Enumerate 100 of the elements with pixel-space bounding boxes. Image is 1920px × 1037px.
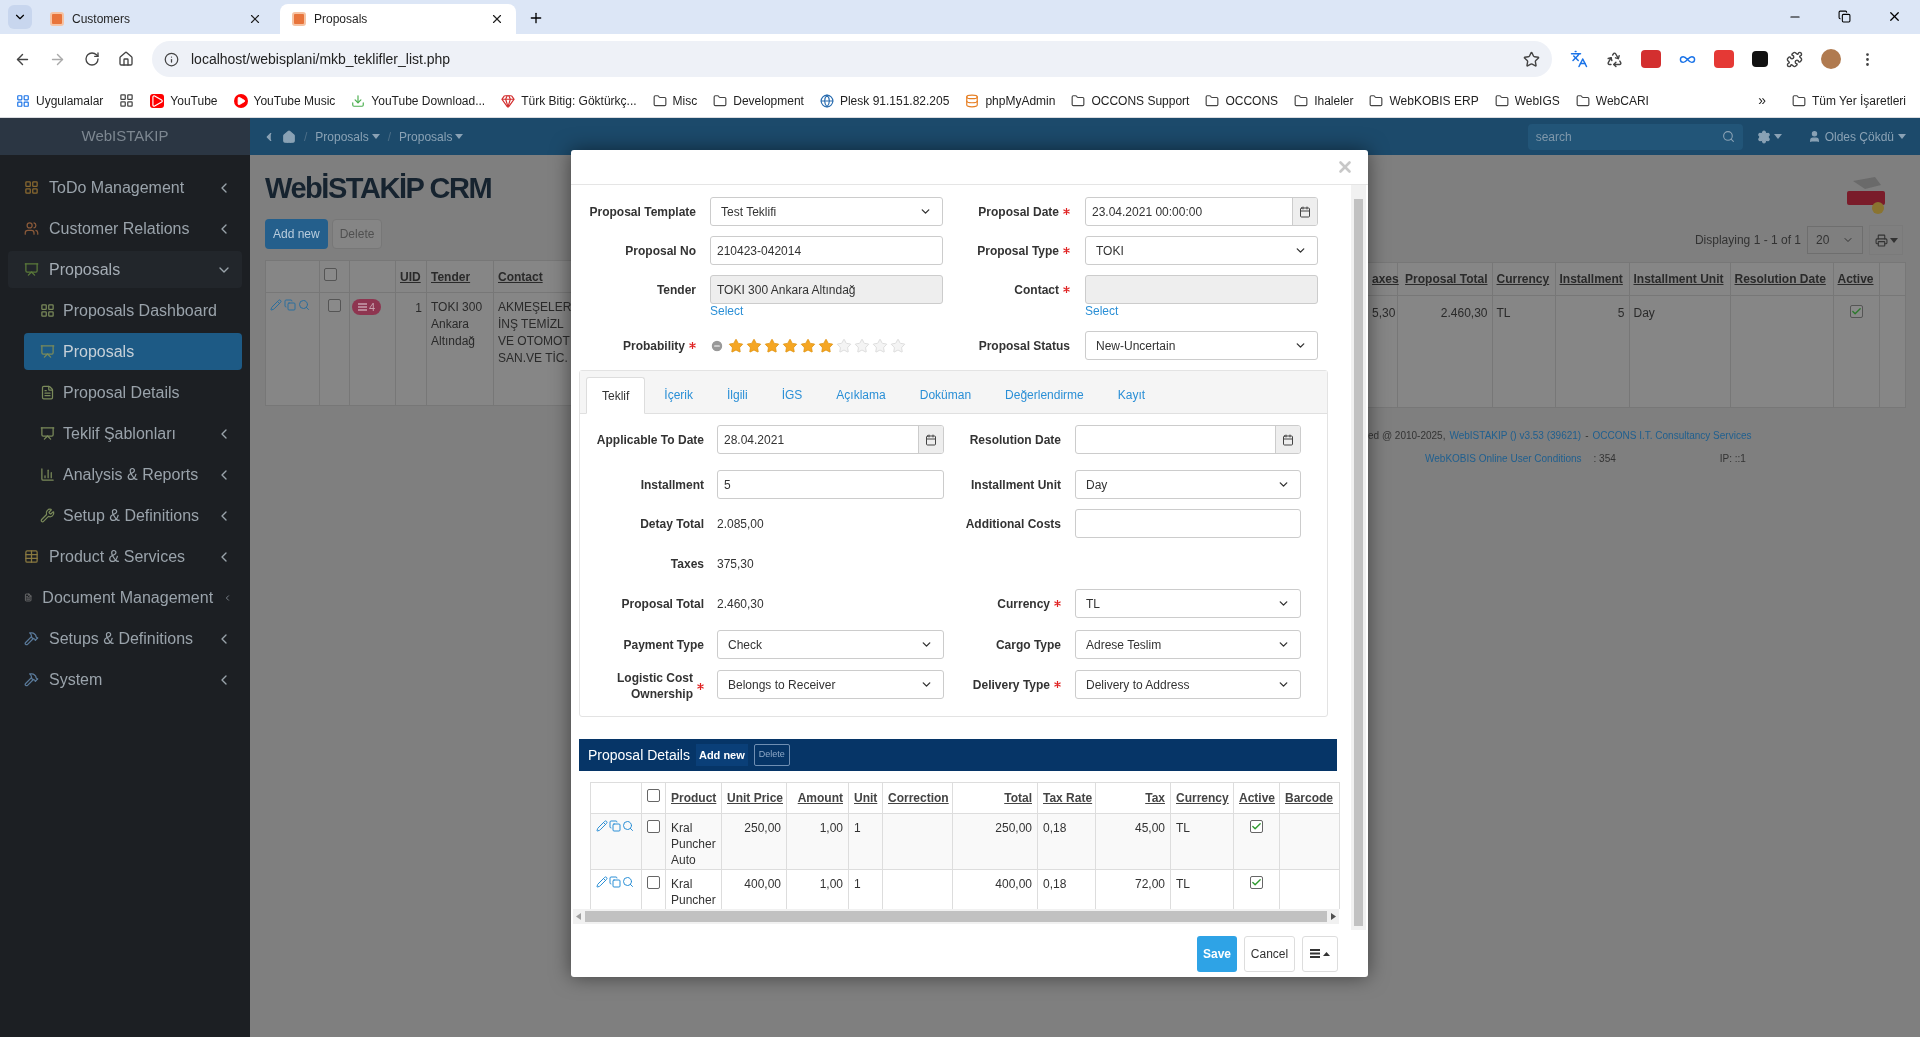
rating-star[interactable] bbox=[782, 337, 798, 354]
calendar-button[interactable] bbox=[918, 426, 943, 453]
rating-star[interactable] bbox=[746, 337, 762, 354]
column-header[interactable]: Active bbox=[1233, 782, 1280, 814]
sidebar-item[interactable]: Document Management bbox=[8, 579, 242, 616]
bookmark[interactable]: WebKOBIS ERP bbox=[1369, 91, 1479, 110]
close-icon[interactable] bbox=[1887, 9, 1902, 24]
select-field[interactable]: TL bbox=[1075, 589, 1301, 618]
more-bookmarks-button[interactable]: » bbox=[1758, 90, 1766, 111]
sidebar-item[interactable]: Product & Services bbox=[8, 538, 242, 575]
rating-star[interactable] bbox=[890, 337, 906, 354]
sidebar-item[interactable]: Proposals bbox=[24, 333, 242, 370]
checkbox[interactable] bbox=[1250, 820, 1263, 833]
rating-star[interactable] bbox=[818, 337, 834, 354]
select-field[interactable]: Test Teklifi bbox=[710, 197, 943, 226]
bookmark[interactable]: OCCONS Support bbox=[1071, 91, 1190, 110]
column-header[interactable]: Currency bbox=[1492, 262, 1555, 296]
select-link[interactable]: Select bbox=[710, 304, 744, 319]
rating-star[interactable] bbox=[872, 337, 888, 354]
view-icon[interactable] bbox=[622, 876, 634, 888]
select-field[interactable]: New-Uncertain bbox=[1085, 331, 1318, 360]
text-field[interactable]: 210423-042014 bbox=[710, 236, 943, 265]
column-header[interactable]: Barcode bbox=[1279, 782, 1340, 814]
edit-icon[interactable] bbox=[596, 876, 608, 888]
home-icon[interactable] bbox=[282, 129, 296, 144]
rating-star[interactable] bbox=[800, 337, 816, 354]
select-field[interactable]: Delivery to Address bbox=[1075, 670, 1301, 699]
column-header[interactable]: Unit bbox=[848, 782, 883, 814]
sidebar-item[interactable]: ToDo Management bbox=[8, 169, 242, 206]
column-header[interactable]: Amount bbox=[786, 782, 849, 814]
extension-icon[interactable] bbox=[1752, 51, 1768, 67]
select-field[interactable]: Adrese Teslim bbox=[1075, 630, 1301, 659]
close-icon[interactable] bbox=[248, 12, 262, 26]
bookmark[interactable]: Tüm Yer İşaretleri bbox=[1791, 91, 1906, 110]
view-icon[interactable] bbox=[622, 820, 634, 832]
select-field[interactable]: Day bbox=[1075, 470, 1301, 499]
grid-icon[interactable] bbox=[119, 93, 135, 108]
clear-rating-icon[interactable] bbox=[710, 338, 724, 353]
sidebar-item[interactable]: Proposals bbox=[8, 251, 242, 288]
add-new-button[interactable]: Add new bbox=[695, 744, 748, 766]
column-header[interactable]: Total bbox=[952, 782, 1038, 814]
select-link[interactable]: Select bbox=[1085, 304, 1119, 319]
checkbox[interactable] bbox=[1849, 305, 1863, 318]
checkbox[interactable] bbox=[324, 267, 337, 281]
close-icon[interactable] bbox=[490, 12, 504, 26]
column-header[interactable]: Active bbox=[1833, 262, 1879, 296]
text-field[interactable]: 5 bbox=[717, 470, 944, 499]
sidebar-item[interactable]: Proposals Dashboard bbox=[24, 292, 242, 329]
bookmark-star-icon[interactable] bbox=[1523, 50, 1540, 68]
column-header[interactable]: Product bbox=[665, 782, 722, 814]
column-header[interactable]: Unit Price bbox=[721, 782, 787, 814]
reload-icon[interactable] bbox=[84, 51, 100, 67]
text-field[interactable] bbox=[1075, 509, 1301, 538]
bookmark[interactable]: phpMyAdmin bbox=[965, 91, 1056, 110]
restore-icon[interactable] bbox=[1838, 10, 1851, 23]
extensions-icon[interactable] bbox=[1786, 50, 1803, 68]
home-icon[interactable] bbox=[118, 51, 134, 67]
browser-tab[interactable]: Customers bbox=[38, 4, 274, 34]
checkbox[interactable] bbox=[1250, 876, 1263, 889]
add-new-button[interactable]: Add new bbox=[265, 219, 328, 249]
sidebar-item[interactable]: Analysis & Reports bbox=[24, 456, 242, 493]
column-header[interactable]: Resolution Date bbox=[1730, 262, 1833, 296]
rating-star[interactable] bbox=[764, 337, 780, 354]
bookmark[interactable]: Ihaleler bbox=[1294, 91, 1354, 110]
column-header[interactable]: Proposal Total bbox=[1397, 262, 1492, 296]
bookmark[interactable]: WebIGS bbox=[1494, 91, 1560, 110]
column-header[interactable]: UID bbox=[395, 260, 427, 293]
bookmark[interactable]: Türk Bitig: Göktürkç... bbox=[501, 91, 637, 110]
tab[interactable]: Teklif bbox=[586, 377, 646, 414]
breadcrumb-link[interactable]: Proposals bbox=[315, 127, 380, 146]
sidebar-item[interactable]: Proposal Details bbox=[24, 374, 242, 411]
horizontal-scrollbar[interactable] bbox=[573, 909, 1339, 924]
breadcrumb-link[interactable]: Proposals bbox=[399, 127, 464, 146]
sidebar-item[interactable]: Setup & Definitions bbox=[24, 497, 242, 534]
copy-icon[interactable] bbox=[609, 876, 621, 888]
vertical-scrollbar[interactable] bbox=[1351, 185, 1366, 930]
print-button[interactable] bbox=[1869, 225, 1903, 255]
select-field[interactable]: Check bbox=[717, 630, 944, 659]
avatar[interactable] bbox=[1821, 49, 1841, 69]
bookmark[interactable]: WebCARI bbox=[1575, 91, 1649, 110]
new-tab-icon[interactable] bbox=[528, 10, 544, 26]
column-header[interactable]: Currency bbox=[1170, 782, 1234, 814]
column-header[interactable]: Tax bbox=[1095, 782, 1171, 814]
scroll-right-icon[interactable] bbox=[1331, 913, 1336, 920]
sidebar-item[interactable]: System bbox=[8, 661, 242, 698]
settings-button[interactable] bbox=[1756, 129, 1782, 144]
rating-star[interactable] bbox=[854, 337, 870, 354]
sidebar-item[interactable]: Customer Relations bbox=[8, 210, 242, 247]
checkbox[interactable] bbox=[647, 820, 660, 833]
calendar-button[interactable] bbox=[1292, 198, 1317, 225]
copy-icon[interactable] bbox=[609, 820, 621, 832]
date-field[interactable] bbox=[1075, 425, 1301, 454]
more-options-button[interactable] bbox=[1302, 935, 1338, 972]
cancel-button[interactable]: Cancel bbox=[1244, 935, 1295, 972]
checkbox[interactable] bbox=[328, 299, 341, 312]
column-header[interactable]: Tender bbox=[426, 260, 494, 293]
address-bar[interactable]: localhost/webisplani/mkb_teklifler_list.php bbox=[152, 41, 1552, 77]
checkbox[interactable] bbox=[647, 789, 660, 802]
select-field[interactable]: Belongs to Receiver bbox=[717, 670, 944, 699]
bookmark[interactable]: Uygulamalar bbox=[16, 91, 104, 110]
